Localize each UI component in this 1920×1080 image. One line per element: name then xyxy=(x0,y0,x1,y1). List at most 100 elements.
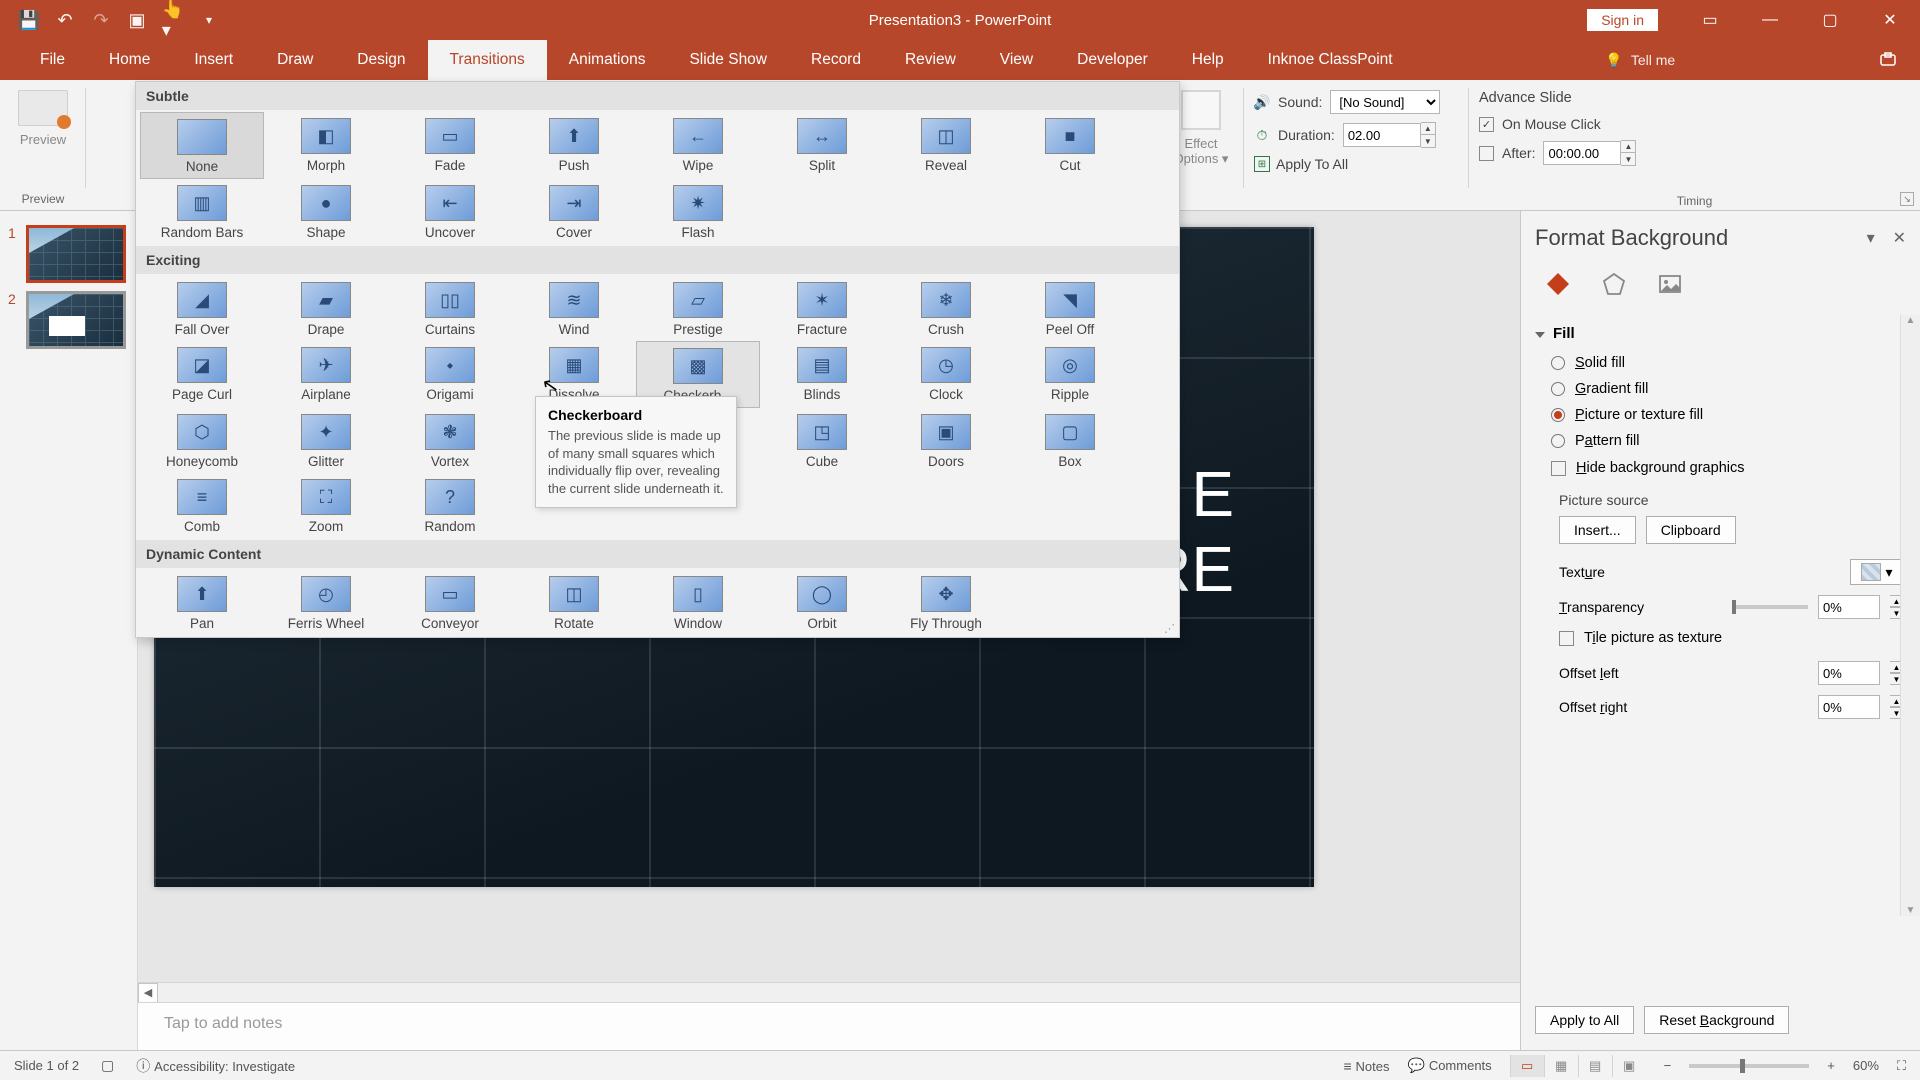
tell-me-search[interactable]: 💡 Tell me xyxy=(1605,40,1675,80)
transition-honeycomb[interactable]: ⬡Honeycomb xyxy=(140,408,264,473)
transition-conveyor[interactable]: ▭Conveyor xyxy=(388,570,512,635)
timing-dialog-launcher[interactable]: ↘ xyxy=(1900,192,1914,206)
transition-airplane[interactable]: ✈Airplane xyxy=(264,341,388,408)
transition-wind[interactable]: ≋Wind xyxy=(512,276,636,341)
tab-design[interactable]: Design xyxy=(335,40,427,80)
tab-help[interactable]: Help xyxy=(1170,40,1246,80)
transition-morph[interactable]: ◧Morph xyxy=(264,112,388,179)
pattern-fill-radio[interactable]: Pattern fill xyxy=(1537,428,1904,454)
transition-cube[interactable]: ◳Cube xyxy=(760,408,884,473)
effects-tab-button[interactable] xyxy=(1593,263,1635,305)
transition-split[interactable]: ↔Split xyxy=(760,112,884,179)
notes-toggle[interactable]: ≡ Notes xyxy=(1343,1058,1389,1074)
slide-thumbnail-2[interactable] xyxy=(26,291,126,349)
tab-file[interactable]: File xyxy=(18,40,87,80)
transition-glitter[interactable]: ✦Glitter xyxy=(264,408,388,473)
transition-doors[interactable]: ▣Doors xyxy=(884,408,1008,473)
fill-section-header[interactable]: Fill xyxy=(1537,319,1904,350)
transition-fly-through[interactable]: ✥Fly Through xyxy=(884,570,1008,635)
after-time-spinner[interactable]: ▲▼ xyxy=(1621,140,1636,166)
redo-icon[interactable]: ↷ xyxy=(92,11,110,29)
close-icon[interactable]: ✕ xyxy=(1860,0,1920,40)
picture-tab-button[interactable] xyxy=(1649,263,1691,305)
share-button[interactable] xyxy=(1856,40,1920,80)
transition-random[interactable]: ?Random xyxy=(388,473,512,538)
preview-button[interactable]: Preview xyxy=(18,84,68,147)
tab-transitions[interactable]: Transitions xyxy=(428,40,547,80)
effect-options-button[interactable]: EffectOptions ▾ xyxy=(1174,84,1229,167)
transparency-input[interactable] xyxy=(1818,595,1880,619)
on-mouse-click-checkbox[interactable] xyxy=(1479,117,1494,132)
tab-slide-show[interactable]: Slide Show xyxy=(667,40,789,80)
gradient-fill-radio[interactable]: Gradient fill xyxy=(1537,376,1904,402)
task-pane-close-icon[interactable]: ✕ xyxy=(1893,228,1906,248)
comments-toggle[interactable]: 💬 Comments xyxy=(1407,1057,1491,1074)
transition-pan[interactable]: ⬆Pan xyxy=(140,570,264,635)
transition-fracture[interactable]: ✶Fracture xyxy=(760,276,884,341)
duration-spinner[interactable]: ▲▼ xyxy=(1421,122,1436,148)
transition-rotate[interactable]: ◫Rotate xyxy=(512,570,636,635)
tab-animations[interactable]: Animations xyxy=(547,40,668,80)
transition-fade[interactable]: ▭Fade xyxy=(388,112,512,179)
transition-comb[interactable]: ≡Comb xyxy=(140,473,264,538)
zoom-percentage[interactable]: 60% xyxy=(1853,1058,1879,1073)
texture-picker[interactable]: ▾ xyxy=(1850,559,1904,585)
tab-draw[interactable]: Draw xyxy=(255,40,335,80)
transition-cut[interactable]: ■Cut xyxy=(1008,112,1132,179)
transition-page-curl[interactable]: ◪Page Curl xyxy=(140,341,264,408)
after-checkbox[interactable] xyxy=(1479,146,1494,161)
slideshow-view-button[interactable]: ▣ xyxy=(1612,1055,1646,1077)
reset-background-button[interactable]: Reset Background xyxy=(1644,1006,1789,1034)
minimize-icon[interactable]: — xyxy=(1740,0,1800,40)
transition-uncover[interactable]: ⇤Uncover xyxy=(388,179,512,244)
tile-picture-checkbox[interactable]: Tile picture as texture xyxy=(1559,624,1904,656)
ribbon-display-options-icon[interactable]: ▭ xyxy=(1680,0,1740,40)
tab-record[interactable]: Record xyxy=(789,40,883,80)
gallery-resize-handle[interactable]: ⋰ xyxy=(1164,622,1175,635)
transition-box[interactable]: ▢Box xyxy=(1008,408,1132,473)
transition-fall-over[interactable]: ◢Fall Over xyxy=(140,276,264,341)
transition-wipe[interactable]: ←Wipe xyxy=(636,112,760,179)
transition-orbit[interactable]: ◯Orbit xyxy=(760,570,884,635)
tab-view[interactable]: View xyxy=(978,40,1055,80)
transition-vortex[interactable]: ❃Vortex xyxy=(388,408,512,473)
transition-curtains[interactable]: ▯▯Curtains xyxy=(388,276,512,341)
display-settings-icon[interactable]: ▢ xyxy=(101,1057,114,1074)
zoom-out-button[interactable]: − xyxy=(1664,1058,1672,1073)
insert-picture-button[interactable]: Insert... xyxy=(1559,516,1636,544)
transition-shape[interactable]: ●Shape xyxy=(264,179,388,244)
transition-none[interactable]: None xyxy=(140,112,264,179)
transition-peel-off[interactable]: ◥Peel Off xyxy=(1008,276,1132,341)
touch-mode-icon[interactable]: 👆▾ xyxy=(164,11,182,29)
offset-right-input[interactable] xyxy=(1818,695,1880,719)
tab-inknoe-classpoint[interactable]: Inknoe ClassPoint xyxy=(1246,40,1415,80)
transition-origami[interactable]: ⬩Origami xyxy=(388,341,512,408)
tab-insert[interactable]: Insert xyxy=(172,40,255,80)
normal-view-button[interactable]: ▭ xyxy=(1510,1055,1544,1077)
accessibility-button[interactable]: ⓘ Accessibility: Investigate xyxy=(136,1056,295,1076)
transition-reveal[interactable]: ◫Reveal xyxy=(884,112,1008,179)
maximize-icon[interactable]: ▢ xyxy=(1800,0,1860,40)
offset-left-input[interactable] xyxy=(1818,661,1880,685)
transition-blinds[interactable]: ▤Blinds xyxy=(760,341,884,408)
transition-window[interactable]: ▯Window xyxy=(636,570,760,635)
hide-bg-graphics-checkbox[interactable]: Hide background graphics xyxy=(1537,454,1904,486)
picture-texture-fill-radio[interactable]: Picture or texture fill xyxy=(1537,402,1904,428)
solid-fill-radio[interactable]: Solid fill xyxy=(1537,350,1904,376)
after-time-input[interactable] xyxy=(1543,141,1621,165)
transition-flash[interactable]: ✷Flash xyxy=(636,179,760,244)
clipboard-button[interactable]: Clipboard xyxy=(1646,516,1736,544)
transition-zoom[interactable]: ⛶Zoom xyxy=(264,473,388,538)
undo-icon[interactable]: ↶ xyxy=(56,11,74,29)
slide-sorter-view-button[interactable]: ▦ xyxy=(1544,1055,1578,1077)
tab-developer[interactable]: Developer xyxy=(1055,40,1170,80)
transparency-slider[interactable] xyxy=(1732,605,1808,609)
start-from-beginning-icon[interactable]: ▣ xyxy=(128,11,146,29)
transition-drape[interactable]: ▰Drape xyxy=(264,276,388,341)
scroll-left-button[interactable]: ◀ xyxy=(138,983,158,1003)
zoom-in-button[interactable]: + xyxy=(1827,1058,1835,1073)
transition-ripple[interactable]: ◎Ripple xyxy=(1008,341,1132,408)
slide-thumbnail-1[interactable] xyxy=(26,225,126,283)
transition-cover[interactable]: ⇥Cover xyxy=(512,179,636,244)
transition-push[interactable]: ⬆Push xyxy=(512,112,636,179)
